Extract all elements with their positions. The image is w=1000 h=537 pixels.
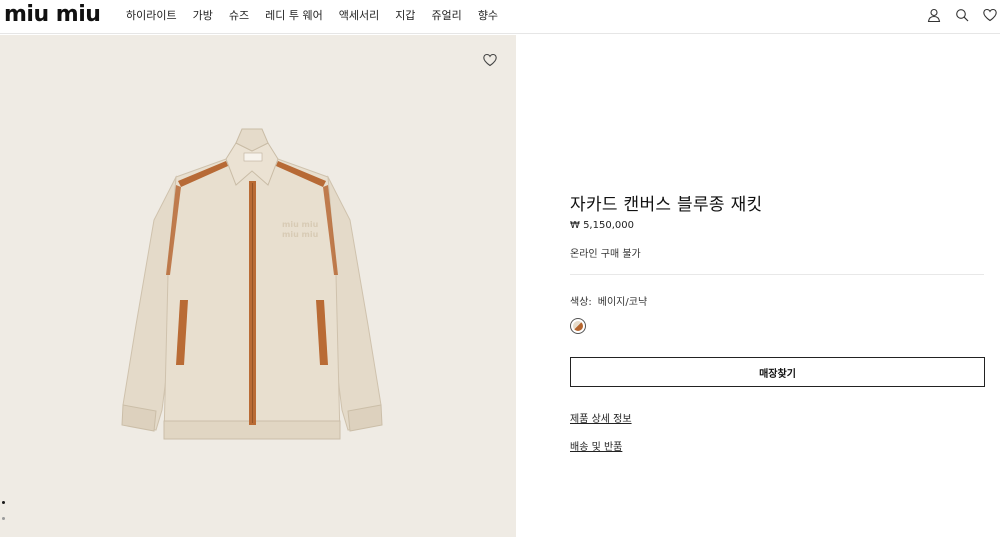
shipping-returns-link[interactable]: 배송 및 반품 xyxy=(570,438,622,453)
nav-item-fragrance[interactable]: 향수 xyxy=(478,9,498,23)
product-gallery[interactable]: miu miu miu miu xyxy=(0,35,516,537)
color-swatch[interactable] xyxy=(570,318,586,334)
nav-item-wallets[interactable]: 지갑 xyxy=(395,9,415,23)
product-price: ₩ 5,150,000 xyxy=(570,220,634,231)
product-title: 자카드 캔버스 블루종 재킷 xyxy=(570,195,763,215)
site-header: miu miu 하이라이트 가방 슈즈 레디 투 웨어 액세서리 지갑 쥬얼리 … xyxy=(0,0,1000,34)
color-value: 베이지/코냑 xyxy=(597,297,648,308)
gallery-pagination xyxy=(2,501,5,533)
availability-note: 온라인 구매 불가 xyxy=(570,249,641,260)
nav-item-highlights[interactable]: 하이라이트 xyxy=(126,9,177,23)
swatch-fill xyxy=(573,321,583,331)
heart-icon[interactable] xyxy=(982,7,998,23)
product-details-link[interactable]: 제품 상세 정보 xyxy=(570,410,632,425)
jacket-image: miu miu miu miu xyxy=(121,128,383,440)
nav-item-ready-to-wear[interactable]: 레디 투 웨어 xyxy=(265,9,323,23)
svg-text:miu miu: miu miu xyxy=(282,230,319,239)
nav-item-bags[interactable]: 가방 xyxy=(193,9,213,23)
nav-item-jewelry[interactable]: 쥬얼리 xyxy=(431,9,461,23)
nav-item-shoes[interactable]: 슈즈 xyxy=(229,9,249,23)
nav-item-accessories[interactable]: 액세서리 xyxy=(339,9,379,23)
header-icons xyxy=(926,7,998,23)
color-row: 색상: 베이지/코냑 xyxy=(570,293,647,308)
gallery-dot-active[interactable] xyxy=(2,501,5,504)
search-icon[interactable] xyxy=(954,7,970,23)
divider xyxy=(570,274,984,275)
color-label: 색상: xyxy=(570,297,592,308)
find-store-button[interactable]: 매장찾기 xyxy=(570,357,985,387)
svg-text:miu miu: miu miu xyxy=(282,220,319,229)
main-nav: 하이라이트 가방 슈즈 레디 투 웨어 액세서리 지갑 쥬얼리 향수 xyxy=(126,9,514,23)
user-icon[interactable] xyxy=(926,7,942,23)
miu-miu-logo[interactable]: miu miu xyxy=(4,4,101,26)
wishlist-heart-icon[interactable] xyxy=(482,52,498,68)
gallery-dot[interactable] xyxy=(2,517,5,520)
